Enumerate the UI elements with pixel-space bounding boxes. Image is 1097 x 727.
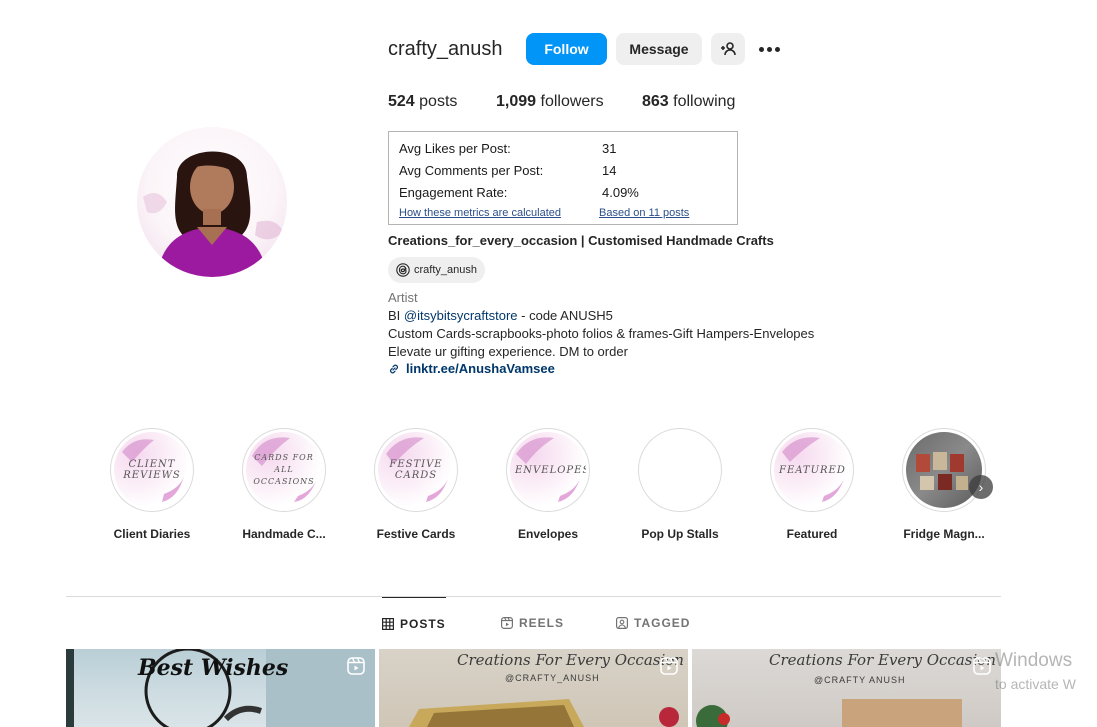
avg-likes-value: 31 (602, 141, 617, 156)
post-handle: @CRAFTY_ANUSH (505, 673, 600, 683)
bio-line-3: Elevate ur gifting experience. DM to ord… (388, 344, 628, 359)
mention-link[interactable]: @itsybitsycraftstore (404, 308, 518, 323)
tab-tagged[interactable]: TAGGED (616, 597, 690, 649)
highlight-pop-up-stalls[interactable]: Pop Up Stalls (637, 428, 723, 541)
suggested-users-button[interactable] (711, 33, 745, 65)
based-on-posts-link[interactable]: Based on 11 posts (599, 207, 689, 219)
tab-posts[interactable]: POSTS (382, 597, 446, 650)
post-caption: Creations For Every Occasion (457, 651, 684, 669)
metrics-explanation-link[interactable]: How these metrics are calculated (399, 207, 561, 219)
highlight-label: Envelopes (517, 527, 579, 541)
highlight-cover: Client Reviews (110, 428, 194, 512)
profile-photo (143, 151, 283, 277)
highlight-label: Festive Cards (376, 527, 456, 541)
highlight-handmade-cards[interactable]: Cards for all occasions Handmade C... (241, 428, 327, 541)
profile-avatar[interactable] (137, 127, 287, 277)
tagged-icon (616, 617, 628, 629)
windows-activation-watermark-subtext: to activate W (995, 676, 1076, 692)
highlight-label: Featured (786, 527, 838, 541)
engagement-rate-label: Engagement Rate: (399, 185, 508, 200)
bio-external-link[interactable]: linktr.ee/AnushaVamsee (388, 361, 555, 376)
engagement-rate-value: 4.09% (602, 185, 639, 200)
link-icon (390, 364, 398, 373)
profile-username: crafty_anush (388, 38, 503, 60)
profile-full-name: Creations_for_every_occasion | Customise… (388, 233, 774, 248)
highlight-cover (638, 428, 722, 512)
post-caption: Creations For Every Occasion (769, 651, 996, 669)
reel-icon (347, 657, 365, 675)
profile-category: Artist (388, 290, 418, 305)
highlight-cover: Cards for all occasions (242, 428, 326, 512)
highlight-cover: Featured (770, 428, 854, 512)
highlight-client-diaries[interactable]: Client Reviews Client Diaries (109, 428, 195, 541)
chevron-right-icon: › (978, 479, 984, 495)
dot-icon (758, 46, 764, 52)
more-options-button[interactable] (755, 36, 783, 62)
tab-reels[interactable]: REELS (501, 597, 564, 649)
dot-icon (766, 46, 772, 52)
threads-badge[interactable]: crafty_anush (388, 257, 485, 283)
highlight-cover (902, 428, 986, 512)
reel-icon (660, 657, 678, 675)
add-user-icon (721, 42, 736, 56)
windows-activation-watermark: Windows (995, 650, 1073, 671)
highlight-featured[interactable]: Featured Featured (769, 428, 855, 541)
post-text: Best Wishes (138, 655, 289, 681)
follow-button[interactable]: Follow (526, 33, 607, 65)
highlight-envelopes[interactable]: Envelopes Envelopes (505, 428, 591, 541)
post-thumbnail[interactable]: Creations For Every Occasion @CRAFTY ANU… (692, 649, 1001, 727)
avg-comments-label: Avg Comments per Post: (399, 163, 544, 178)
post-handle: @CRAFTY ANUSH (814, 675, 906, 685)
bio-line-1: BI @itsybitsycraftstore - code ANUSH5 (388, 308, 613, 323)
highlight-label: Fridge Magn... (903, 527, 985, 541)
threads-handle: crafty_anush (414, 264, 477, 276)
engagement-metrics-panel: Avg Likes per Post: 31 Avg Comments per … (388, 131, 738, 225)
highlights-next-button[interactable]: › (969, 475, 993, 499)
grid-icon (382, 618, 394, 630)
highlight-label: Handmade C... (242, 527, 326, 541)
message-button[interactable]: Message (616, 33, 702, 65)
dot-icon (774, 46, 780, 52)
posts-count: 524 posts (388, 93, 458, 110)
post-thumbnail[interactable]: Best Wishes (66, 649, 375, 727)
highlight-festive-cards[interactable]: Festive Cards Festive Cards (373, 428, 459, 541)
highlight-cover: Envelopes (506, 428, 590, 512)
highlight-cover: Festive Cards (374, 428, 458, 512)
bio-line-2: Custom Cards-scrapbooks-photo folios & f… (388, 326, 815, 341)
avg-comments-value: 14 (602, 163, 617, 178)
highlight-label: Pop Up Stalls (641, 527, 719, 541)
reels-icon (501, 617, 513, 629)
followers-link[interactable]: 1,099 followers (496, 93, 604, 111)
highlight-label: Client Diaries (113, 527, 191, 541)
post-thumbnail[interactable]: Creations For Every Occasion @CRAFTY_ANU… (379, 649, 688, 727)
threads-icon (396, 263, 410, 277)
reel-icon (973, 657, 991, 675)
following-link[interactable]: 863 following (642, 93, 735, 111)
avg-likes-label: Avg Likes per Post: (399, 141, 511, 156)
